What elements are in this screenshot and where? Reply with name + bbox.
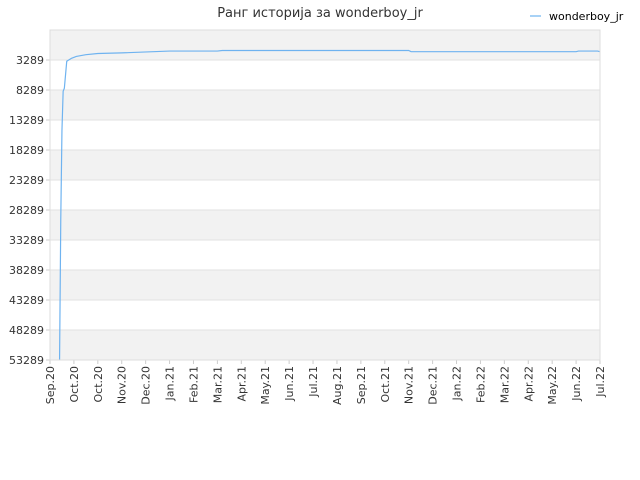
grid-band [50,180,600,210]
y-tick-label: 38289 [9,264,44,277]
x-tick-label: Oct.20 [92,366,105,403]
y-axis: 3289 8289 13289 18289 23289 28289 33289 38289 43… [9,54,50,367]
x-tick-label: Oct.20 [68,366,81,403]
grid-band [50,330,600,360]
x-tick-label: Jan.21 [164,366,177,401]
grid-band [50,60,600,90]
y-tick-label: 18289 [9,144,44,157]
y-tick-label: 13289 [9,114,44,127]
grid-band [50,120,600,150]
legend-label: wonderboy_jr [549,10,624,23]
grid-band [50,30,600,60]
rank-history-chart: Ранг историја за wonderboy_jr wonderboy_… [9,6,624,405]
x-tick-label: Jul.22 [594,366,607,398]
x-tick-label: Sep.20 [44,366,57,404]
x-tick-label: Jul.21 [307,366,320,398]
x-tick-label: Sep.21 [355,366,368,404]
x-tick-label: Apr.21 [235,366,248,402]
y-tick-label: 3289 [16,54,44,67]
grid-band [50,300,600,330]
y-tick-label: 53289 [9,354,44,367]
grid-band [50,90,600,120]
x-tick-label: Jan.22 [451,366,464,401]
x-tick-label: Jun.22 [570,366,583,402]
x-axis: Sep.20 Oct.20 Oct.20 Nov.20 Dec.20 Jan.21 Feb.… [44,360,607,405]
x-tick-label: Mar.22 [498,366,511,403]
grid-band [50,210,600,240]
x-tick-label: Feb.22 [474,366,487,403]
y-tick-label: 23289 [9,174,44,187]
x-tick-label: May.21 [259,366,272,405]
grid-band [50,270,600,300]
grid-bands [50,30,600,360]
x-tick-label: Feb.21 [187,366,200,403]
y-tick-label: 43289 [9,294,44,307]
x-tick-label: Dec.21 [427,366,440,405]
x-tick-label: Aug.21 [331,366,344,405]
grid-band [50,240,600,270]
x-tick-label: Mar.21 [211,366,224,403]
y-tick-label: 33289 [9,234,44,247]
legend: wonderboy_jr [530,10,624,23]
x-tick-label: Nov.20 [116,366,129,404]
x-tick-label: Apr.22 [522,366,535,402]
y-tick-label: 48289 [9,324,44,337]
x-tick-label: Dec.20 [140,366,153,405]
x-tick-label: Oct.21 [379,366,392,403]
x-tick-label: Nov.21 [403,366,416,404]
chart-title: Ранг историја за wonderboy_jr [217,6,423,21]
y-tick-label: 28289 [9,204,44,217]
x-tick-label: Jun.21 [283,366,296,402]
grid-band [50,150,600,180]
y-tick-label: 8289 [16,84,44,97]
x-tick-label: May.22 [546,366,559,405]
